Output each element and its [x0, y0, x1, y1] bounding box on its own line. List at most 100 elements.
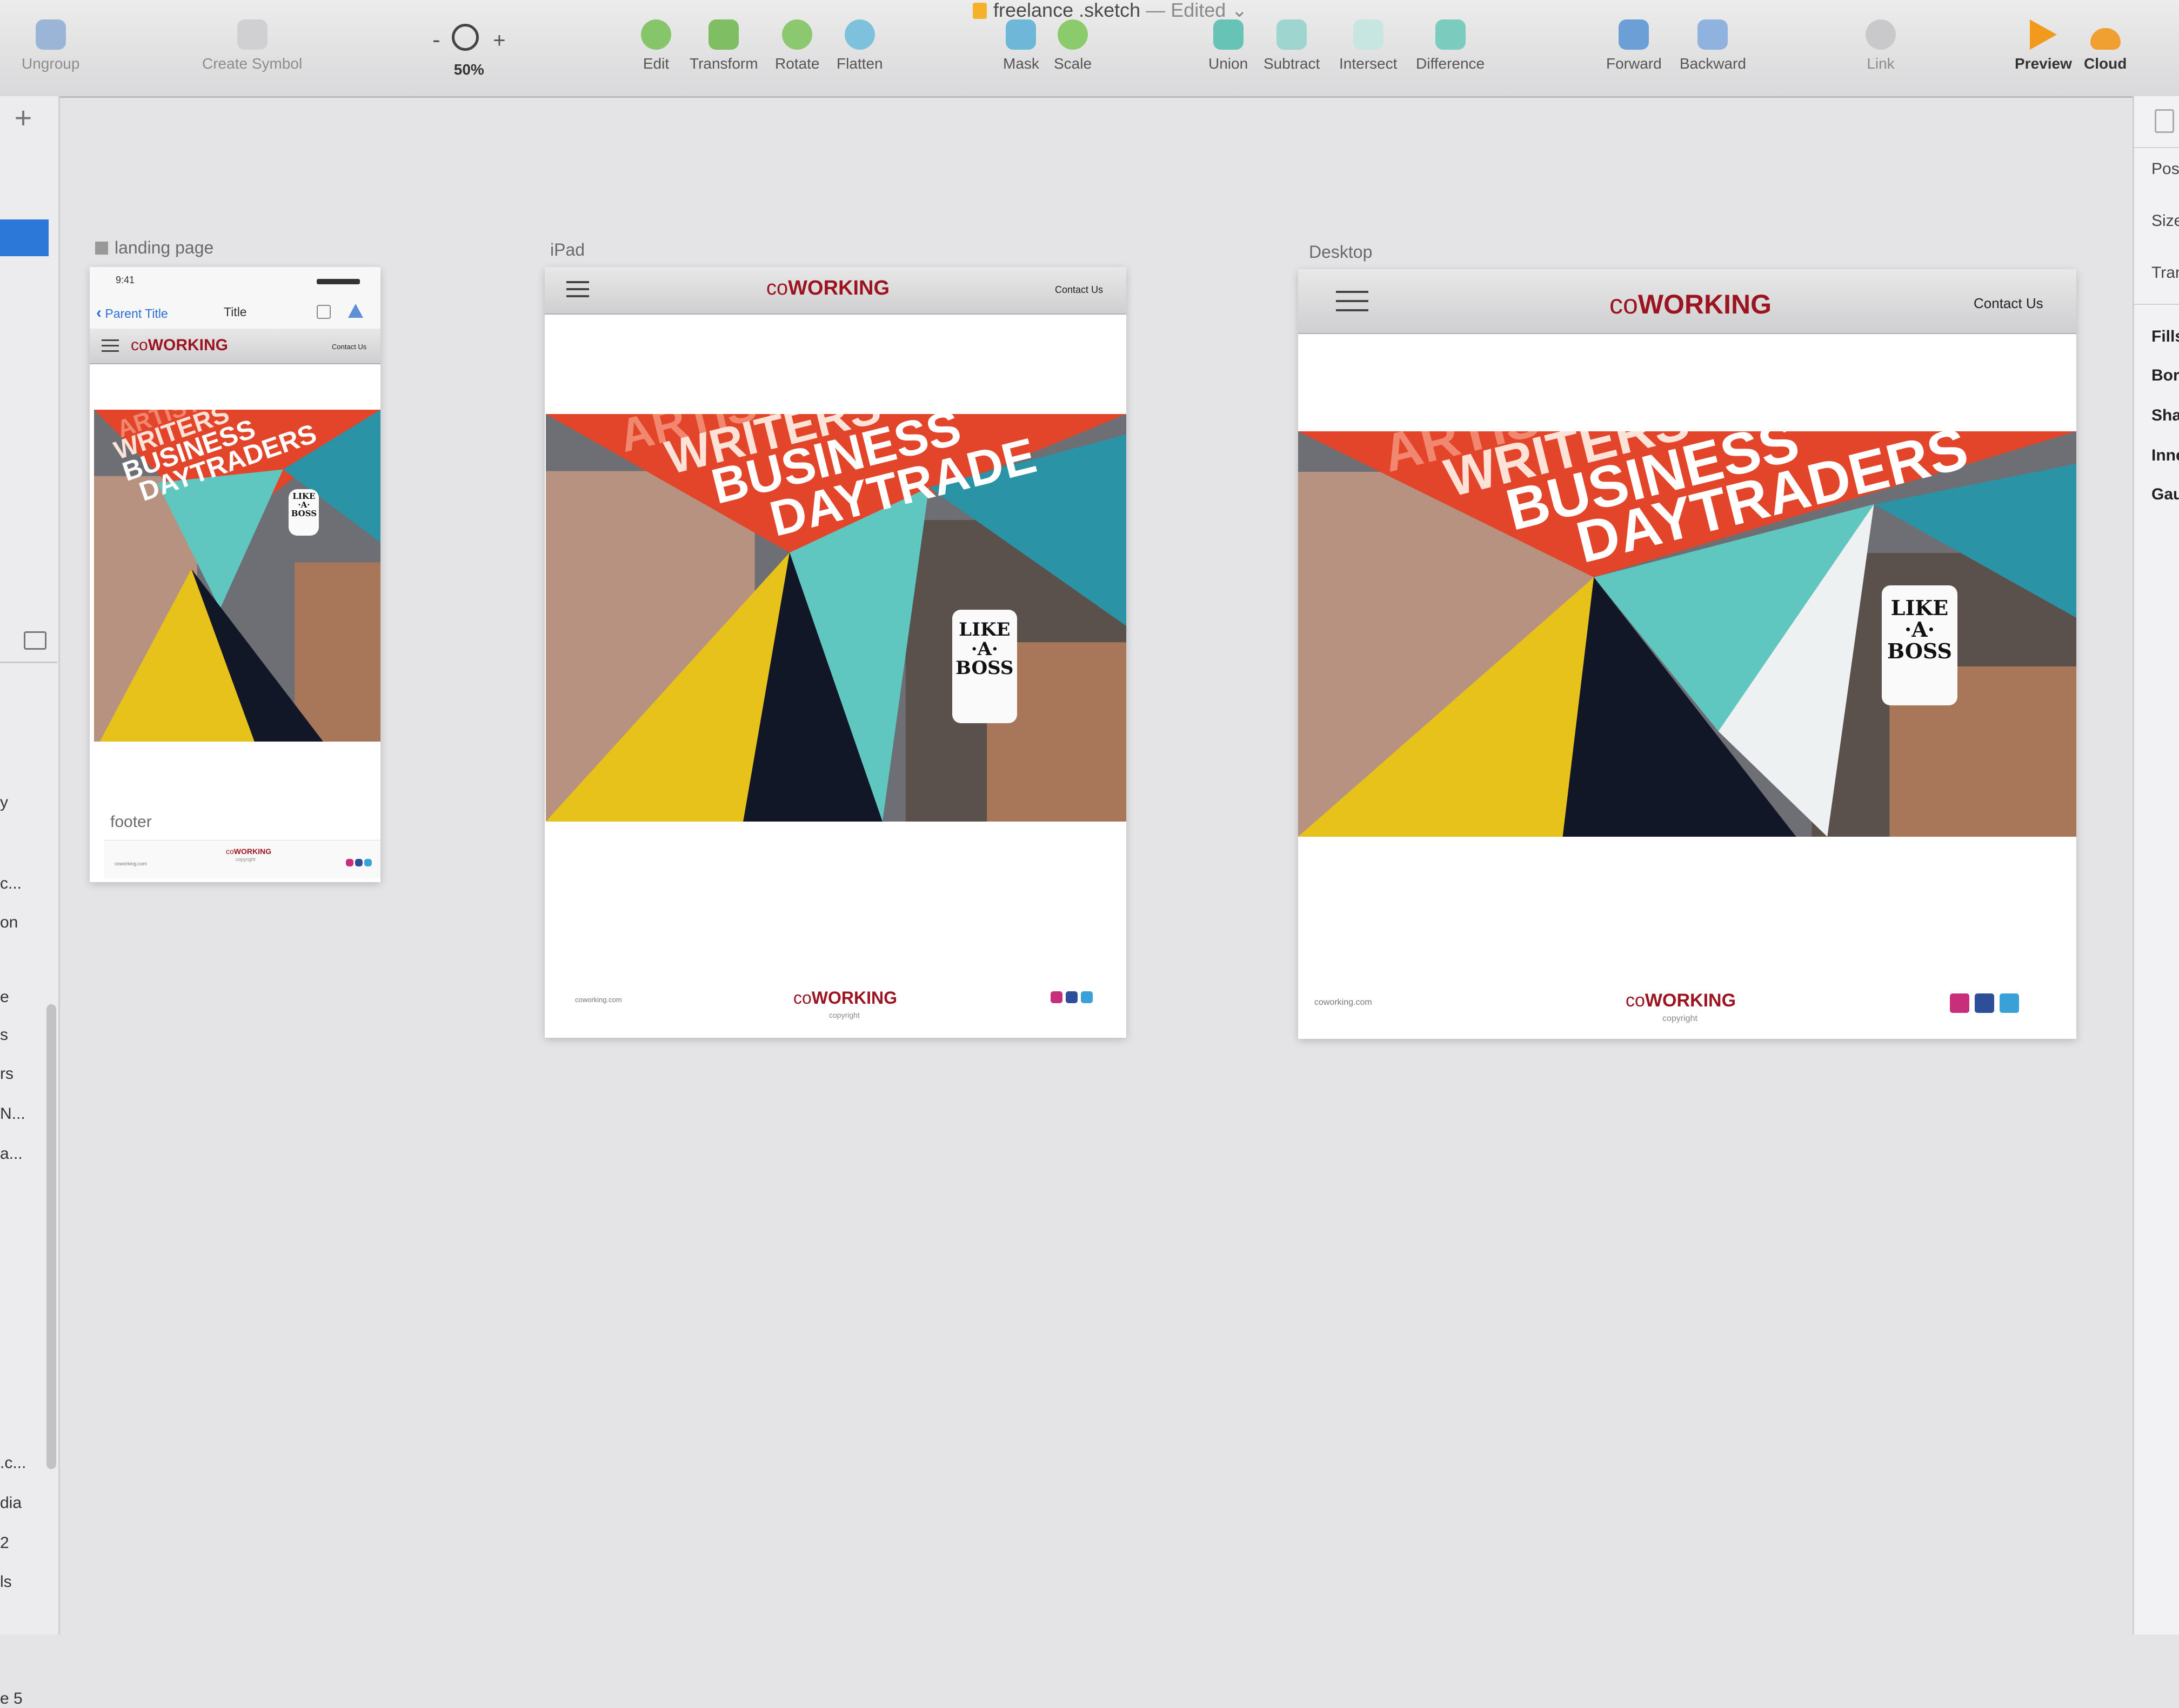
artboard-label-ipad[interactable]: iPad [550, 240, 585, 260]
mug-text-line2: ·A· [971, 638, 998, 660]
layer-item[interactable]: .c... [0, 1454, 26, 1472]
flag-icon [95, 242, 108, 255]
intersect-button[interactable]: Intersect [1339, 19, 1397, 72]
facebook-icon[interactable] [1975, 993, 1994, 1013]
contact-link[interactable]: Contact Us [1974, 295, 2043, 312]
difference-button[interactable]: Difference [1416, 19, 1485, 72]
forward-label: Forward [1606, 55, 1662, 72]
union-button[interactable]: Union [1208, 19, 1248, 72]
inner-shadows-section[interactable]: Inne [2151, 446, 2179, 465]
create-symbol-button[interactable]: Create Symbol [202, 19, 302, 72]
twitter-icon[interactable] [2000, 993, 2019, 1013]
layers-panel: + y c... on e s rs N... a... .c... dia 2… [0, 96, 60, 1707]
layer-item[interactable]: a... [0, 1145, 23, 1163]
instagram-icon[interactable] [346, 859, 353, 866]
hamburger-menu-icon[interactable] [1336, 291, 1368, 311]
mug-text-line1: LIKE [959, 618, 1011, 640]
link-button[interactable]: Link [1866, 19, 1896, 72]
site-logo[interactable]: coWORKING [766, 277, 890, 300]
back-button[interactable]: ‹ Parent Title [96, 304, 168, 322]
zoom-out-button[interactable]: - [432, 26, 440, 53]
mask-button[interactable]: Mask [1003, 19, 1039, 72]
hamburger-menu-icon[interactable] [102, 339, 119, 352]
phone-artboard[interactable]: 9:41 ‹ Parent Title Title coWORKING Cont… [90, 267, 380, 882]
square-icon[interactable] [317, 305, 331, 319]
layer-item[interactable]: N... [0, 1105, 25, 1123]
twitter-icon[interactable] [1081, 991, 1093, 1003]
link-label: Link [1867, 55, 1895, 72]
layer-item[interactable]: y [0, 793, 8, 812]
forward-button[interactable]: Forward [1606, 19, 1662, 72]
layer-item[interactable]: ls [0, 1573, 12, 1591]
chevron-down-icon[interactable]: ⌄ [1231, 0, 1247, 21]
layer-item[interactable]: c... [0, 875, 22, 893]
link-icon [1866, 19, 1896, 50]
cloud-button[interactable]: Cloud [2084, 19, 2127, 72]
ipad-artboard[interactable]: coWORKING Contact Us ARTIST WRITERS BUSI… [545, 267, 1126, 1038]
footer-url[interactable]: coworking.com [115, 861, 147, 866]
transform-button[interactable]: Transform [690, 19, 758, 72]
shadows-section[interactable]: Shac [2151, 406, 2179, 425]
footer-artboard-label[interactable]: footer [110, 813, 152, 831]
site-logo[interactable]: coWORKING [131, 336, 228, 355]
union-label: Union [1208, 55, 1248, 72]
footer-url[interactable]: coworking.com [1314, 998, 1372, 1008]
zoom-in-button[interactable]: + [493, 29, 505, 52]
artboard-label-desktop[interactable]: Desktop [1309, 242, 1372, 262]
gaussian-blur-section[interactable]: Gaus [2151, 485, 2179, 504]
preview-play-icon [2029, 19, 2057, 50]
footer-url[interactable]: coworking.com [575, 996, 622, 1004]
backward-button[interactable]: Backward [1680, 19, 1746, 72]
hamburger-menu-icon[interactable] [566, 281, 589, 297]
facebook-icon[interactable] [355, 859, 363, 866]
rotate-button[interactable]: Rotate [775, 19, 820, 72]
nav-title: Title [224, 305, 247, 319]
subtract-button[interactable]: Subtract [1264, 19, 1320, 72]
social-icons [346, 859, 372, 866]
layer-item[interactable]: e [0, 988, 9, 1006]
site-logo[interactable]: coWORKING [1609, 289, 1772, 320]
inspector-divider [2134, 304, 2179, 305]
ungroup-button[interactable]: Ungroup [22, 19, 79, 72]
add-page-button[interactable]: + [4, 102, 42, 134]
layer-item[interactable]: e 5 [0, 1690, 23, 1708]
layers-scrollbar[interactable] [46, 1004, 56, 1469]
zoom-level: 50% [453, 61, 484, 78]
scale-label: Scale [1054, 55, 1092, 72]
footer-copyright: copyright [1662, 1014, 1697, 1023]
triangle-icon[interactable] [348, 304, 363, 318]
layer-item[interactable]: s [0, 1026, 8, 1044]
artboard-label-landing-page[interactable]: landing page [95, 238, 213, 258]
instagram-icon[interactable] [1950, 993, 1969, 1013]
transform-icon [708, 19, 739, 50]
fills-section[interactable]: Fills [2151, 328, 2179, 346]
footer-logo[interactable]: coWORKING [226, 847, 271, 856]
edit-button[interactable]: Edit [641, 19, 671, 72]
footer-logo[interactable]: coWORKING [1626, 990, 1736, 1011]
contact-link[interactable]: Contact Us [1055, 284, 1103, 296]
scale-button[interactable]: Scale [1054, 19, 1092, 72]
twitter-icon[interactable] [364, 859, 372, 866]
facebook-icon[interactable] [1066, 991, 1078, 1003]
contact-link[interactable]: Contact Us [332, 343, 366, 351]
align-icon[interactable] [2155, 109, 2174, 133]
layer-item[interactable]: dia [0, 1494, 22, 1512]
panel-toggle-icon[interactable] [24, 631, 46, 650]
footer-copyright: copyright [236, 857, 256, 862]
footer-logo[interactable]: coWORKING [793, 988, 897, 1008]
document-separator: — [1146, 0, 1166, 21]
flatten-button[interactable]: Flatten [837, 19, 883, 72]
create-symbol-label: Create Symbol [202, 55, 303, 72]
preview-button[interactable]: Preview [2015, 19, 2072, 72]
layer-item[interactable]: 2 [0, 1534, 9, 1552]
layer-item[interactable]: on [0, 913, 18, 932]
ungroup-label: Ungroup [22, 55, 80, 72]
layer-item[interactable]: rs [0, 1065, 14, 1083]
subtract-icon [1276, 19, 1307, 50]
mask-label: Mask [1003, 55, 1039, 72]
selected-page-row[interactable] [0, 219, 49, 256]
instagram-icon[interactable] [1051, 991, 1062, 1003]
borders-section[interactable]: Bord [2151, 366, 2179, 385]
sketch-file-icon [973, 3, 987, 19]
desktop-artboard[interactable]: coWORKING Contact Us ARTISTS WRITERS BUS… [1298, 269, 2076, 1039]
